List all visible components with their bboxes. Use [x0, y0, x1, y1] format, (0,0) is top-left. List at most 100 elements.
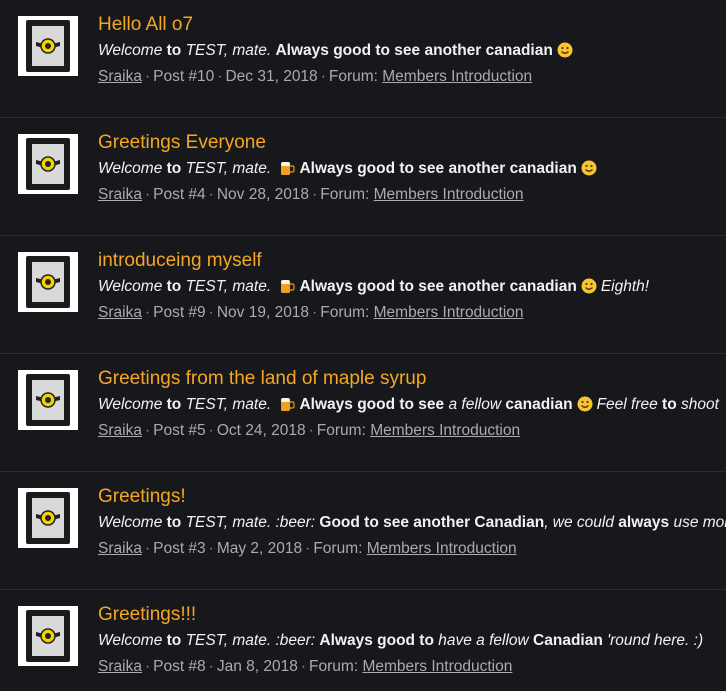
author-link[interactable]: Sraika: [98, 68, 142, 85]
post-number: Post #8: [153, 658, 206, 675]
result-title-link[interactable]: Greetings Everyone: [98, 130, 726, 156]
search-result: Greetings Everyone Welcome to TEST, mate…: [0, 118, 726, 236]
search-result: Greetings! Welcome to TEST, mate. :beer:…: [0, 472, 726, 590]
snippet-text: TEST, mate: [185, 632, 267, 649]
snippet-text: shoot: [680, 396, 719, 413]
forum-label: Forum:: [313, 540, 363, 557]
result-snippet: Welcome to TEST, mate. :beer: Good to se…: [98, 510, 726, 536]
snippet-text: canadian: [505, 396, 573, 413]
wing-badge-icon: [36, 628, 60, 644]
picture-frame-icon: [26, 20, 70, 72]
snippet-text: .: [266, 396, 276, 413]
snippet-text: , we could: [544, 514, 619, 531]
author-link[interactable]: Sraika: [98, 658, 142, 675]
snippet-text: use more: [673, 514, 726, 531]
result-meta: Sraika · Post #9 · Nov 19, 2018 · Forum: Membe…: [98, 304, 524, 321]
wing-badge-icon: [36, 156, 60, 172]
snippet-text: to: [162, 160, 186, 177]
result-meta: Sraika · Post #3 · May 2, 2018 · Forum: Member…: [98, 540, 517, 557]
snippet-text: to: [162, 514, 186, 531]
snippet-text: .: [266, 278, 276, 295]
smile-emoji: [581, 277, 597, 294]
result-snippet: Welcome to TEST, mate. Always good to se…: [98, 38, 726, 64]
post-number: Post #4: [153, 186, 206, 203]
avatar[interactable]: [18, 488, 78, 548]
search-result: introduceing myself Welcome to TEST, mat…: [0, 236, 726, 354]
avatar[interactable]: [18, 134, 78, 194]
snippet-text: Canadian: [533, 632, 603, 649]
forum-label: Forum:: [320, 304, 370, 321]
wing-badge-icon: [36, 274, 60, 290]
forum-link[interactable]: Members Introduction: [374, 186, 524, 203]
snippet-text: Always good to see another canadian: [299, 278, 577, 295]
snippet-text: to: [162, 396, 186, 413]
picture-frame-icon: [26, 610, 70, 662]
result-title-link[interactable]: Greetings from the land of maple syrup: [98, 366, 726, 392]
snippet-text: .: [266, 160, 276, 177]
avatar[interactable]: [18, 606, 78, 666]
beer-emoji: [279, 159, 296, 175]
snippet-text: Welcome: [98, 278, 163, 295]
forum-link[interactable]: Members Introduction: [374, 304, 524, 321]
snippet-text: to: [162, 42, 186, 59]
avatar[interactable]: [18, 252, 78, 312]
snippet-text: to: [162, 278, 186, 295]
post-date: Nov 19, 2018: [216, 304, 310, 321]
result-meta: Sraika · Post #4 · Nov 28, 2018 · Forum: Membe…: [98, 186, 524, 203]
forum-link[interactable]: Members Introduction: [370, 422, 520, 439]
post-date: May 2, 2018: [216, 540, 303, 557]
avatar[interactable]: [18, 16, 78, 76]
snippet-text: Always good to see: [299, 396, 449, 413]
snippet-text: Welcome: [98, 42, 163, 59]
wing-badge-icon: [36, 510, 60, 526]
snippet-text: to: [657, 396, 681, 413]
result-snippet: Welcome to TEST, mate. Always good to se…: [98, 156, 726, 182]
snippet-text: always: [618, 514, 670, 531]
smile-emoji: [557, 41, 573, 58]
result-meta: Sraika · Post #8 · Jan 8, 2018 · Forum: Member…: [98, 658, 513, 675]
post-number: Post #9: [153, 304, 206, 321]
picture-frame-icon: [26, 138, 70, 190]
author-link[interactable]: Sraika: [98, 304, 142, 321]
snippet-text: TEST, mate: [185, 514, 267, 531]
avatar[interactable]: [18, 370, 78, 430]
picture-frame-icon: [26, 374, 70, 426]
result-title-link[interactable]: Hello All o7: [98, 12, 726, 38]
forum-label: Forum:: [316, 422, 366, 439]
post-number: Post #5: [153, 422, 206, 439]
forum-label: Forum:: [320, 186, 370, 203]
result-title-link[interactable]: introduceing myself: [98, 248, 726, 274]
post-date: Oct 24, 2018: [216, 422, 306, 439]
result-meta: Sraika · Post #10 · Dec 31, 2018 · Forum: Memb…: [98, 68, 533, 85]
post-date: Nov 28, 2018: [216, 186, 310, 203]
snippet-text: Always good to see another canadian: [299, 160, 577, 177]
snippet-text: Eighth!: [600, 278, 650, 295]
author-link[interactable]: Sraika: [98, 422, 142, 439]
smile-emoji: [581, 159, 597, 176]
search-result: Greetings!!! Welcome to TEST, mate. :bee…: [0, 590, 726, 691]
post-date: Jan 8, 2018: [216, 658, 298, 675]
search-results-list: Hello All o7 Welcome to TEST, mate. Alwa…: [0, 0, 726, 691]
forum-link[interactable]: Members Introduction: [382, 68, 532, 85]
snippet-text: . :beer:: [266, 632, 320, 649]
snippet-text: have a fellow: [433, 632, 534, 649]
author-link[interactable]: Sraika: [98, 540, 142, 557]
picture-frame-icon: [26, 492, 70, 544]
post-number: Post #10: [153, 68, 215, 85]
snippet-text: to: [162, 632, 186, 649]
snippet-text: Always good to: [319, 632, 434, 649]
author-link[interactable]: Sraika: [98, 186, 142, 203]
post-number: Post #3: [153, 540, 206, 557]
beer-emoji: [279, 395, 296, 411]
snippet-text: a fellow: [448, 396, 506, 413]
snippet-text: Welcome: [98, 632, 163, 649]
result-title-link[interactable]: Greetings!: [98, 484, 726, 510]
forum-link[interactable]: Members Introduction: [362, 658, 512, 675]
forum-link[interactable]: Members Introduction: [367, 540, 517, 557]
snippet-text: TEST, mate: [185, 396, 267, 413]
wing-badge-icon: [36, 38, 60, 54]
snippet-text: Welcome: [98, 514, 163, 531]
search-result: Greetings from the land of maple syrup W…: [0, 354, 726, 472]
result-title-link[interactable]: Greetings!!!: [98, 602, 726, 628]
snippet-text: 'round here. :): [602, 632, 704, 649]
